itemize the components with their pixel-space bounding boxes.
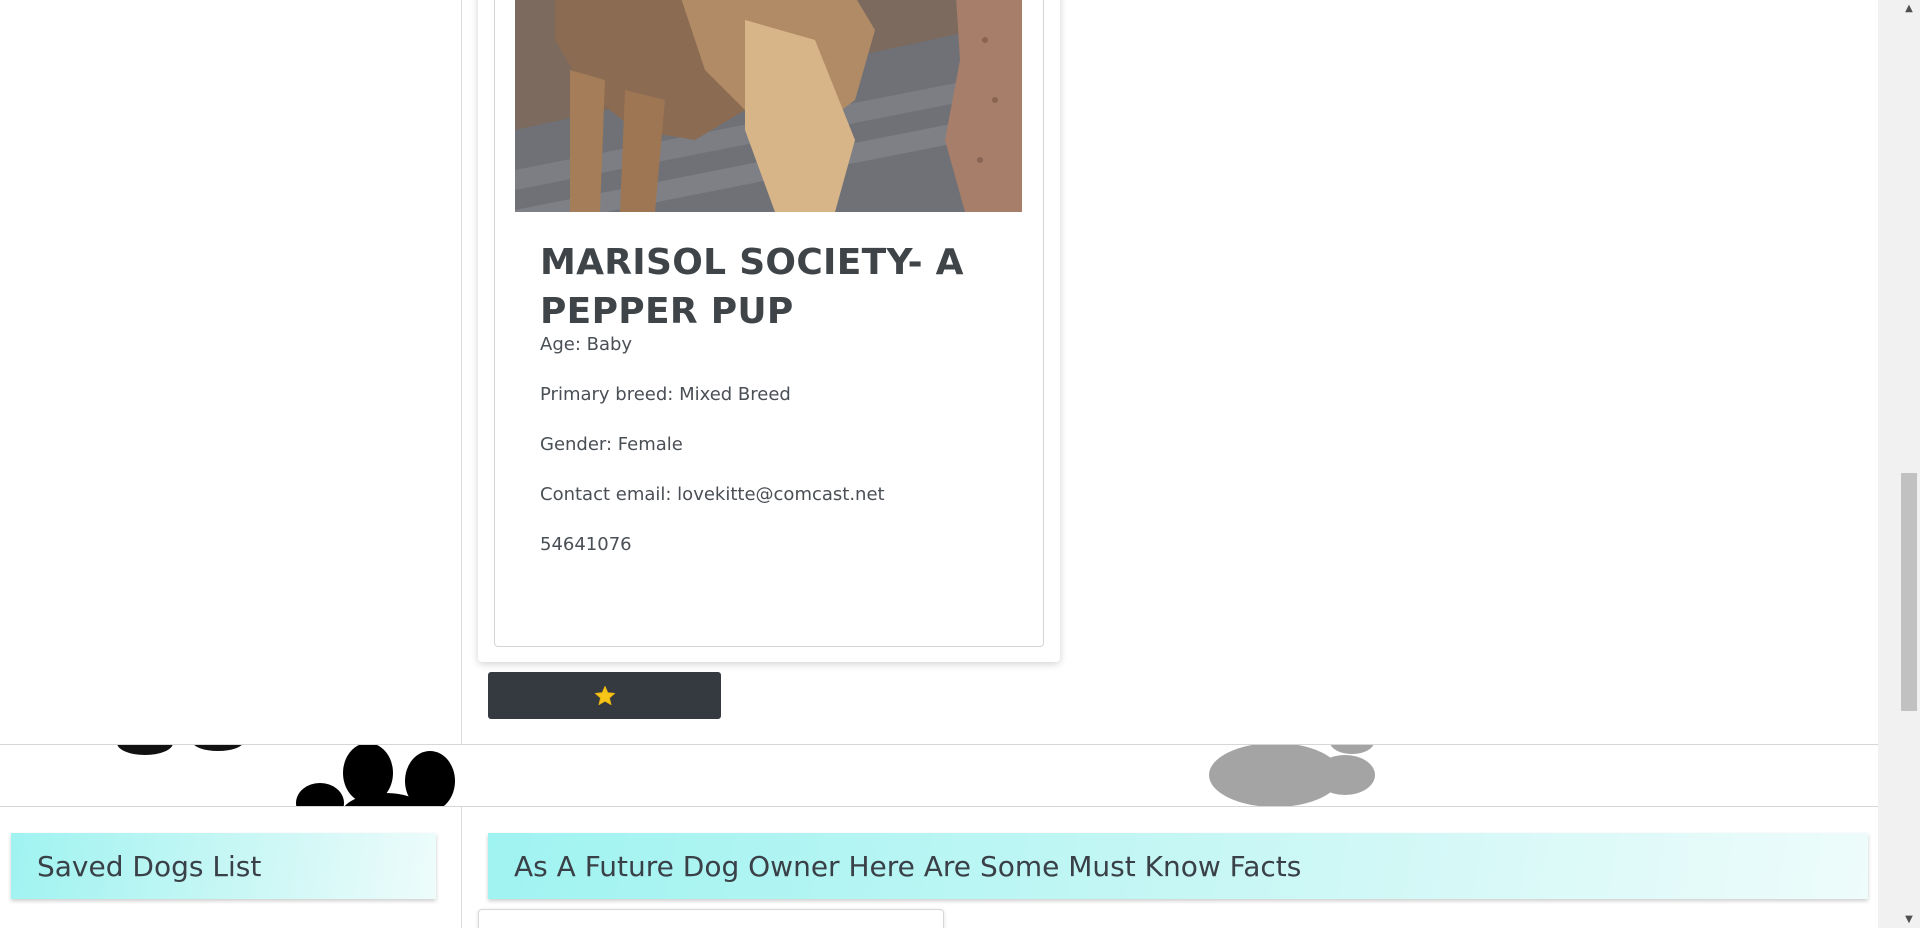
facts-heading-text: As A Future Dog Owner Here Are Some Must… <box>514 849 1302 883</box>
fact-card <box>478 909 944 928</box>
dog-photo <box>515 0 1022 212</box>
paw-print-banner <box>0 745 1878 806</box>
banner-divider <box>0 806 1878 807</box>
star-icon <box>594 685 616 706</box>
dog-card-body: MARISOL SOCIETY- A PEPPER PUP Age: Baby … <box>494 0 1044 647</box>
scrollbar-track[interactable] <box>1898 0 1920 928</box>
bottom-column-divider <box>461 807 462 928</box>
scrollbar-thumb[interactable] <box>1901 473 1917 711</box>
dog-breed: Primary breed: Mixed Breed <box>540 384 791 405</box>
scroll-up-icon[interactable]: ▲ <box>1901 0 1917 17</box>
facts-heading: As A Future Dog Owner Here Are Some Must… <box>488 833 1868 899</box>
saved-dogs-heading-text: Saved Dogs List <box>37 849 262 883</box>
column-divider <box>461 0 462 745</box>
saved-dogs-heading: Saved Dogs List <box>11 833 436 899</box>
scroll-down-icon[interactable]: ▼ <box>1901 911 1917 928</box>
dog-gender: Gender: Female <box>540 434 683 455</box>
favorite-button[interactable] <box>488 672 721 719</box>
dog-name-title: MARISOL SOCIETY- A PEPPER PUP <box>540 242 964 332</box>
dog-card: MARISOL SOCIETY- A PEPPER PUP Age: Baby … <box>478 0 1060 662</box>
dog-id: 54641076 <box>540 534 632 555</box>
page-viewport: MARISOL SOCIETY- A PEPPER PUP Age: Baby … <box>0 0 1878 928</box>
contact-email: Contact email: lovekitte@comcast.net <box>540 484 885 505</box>
dog-age: Age: Baby <box>540 334 633 355</box>
left-column <box>0 0 462 745</box>
